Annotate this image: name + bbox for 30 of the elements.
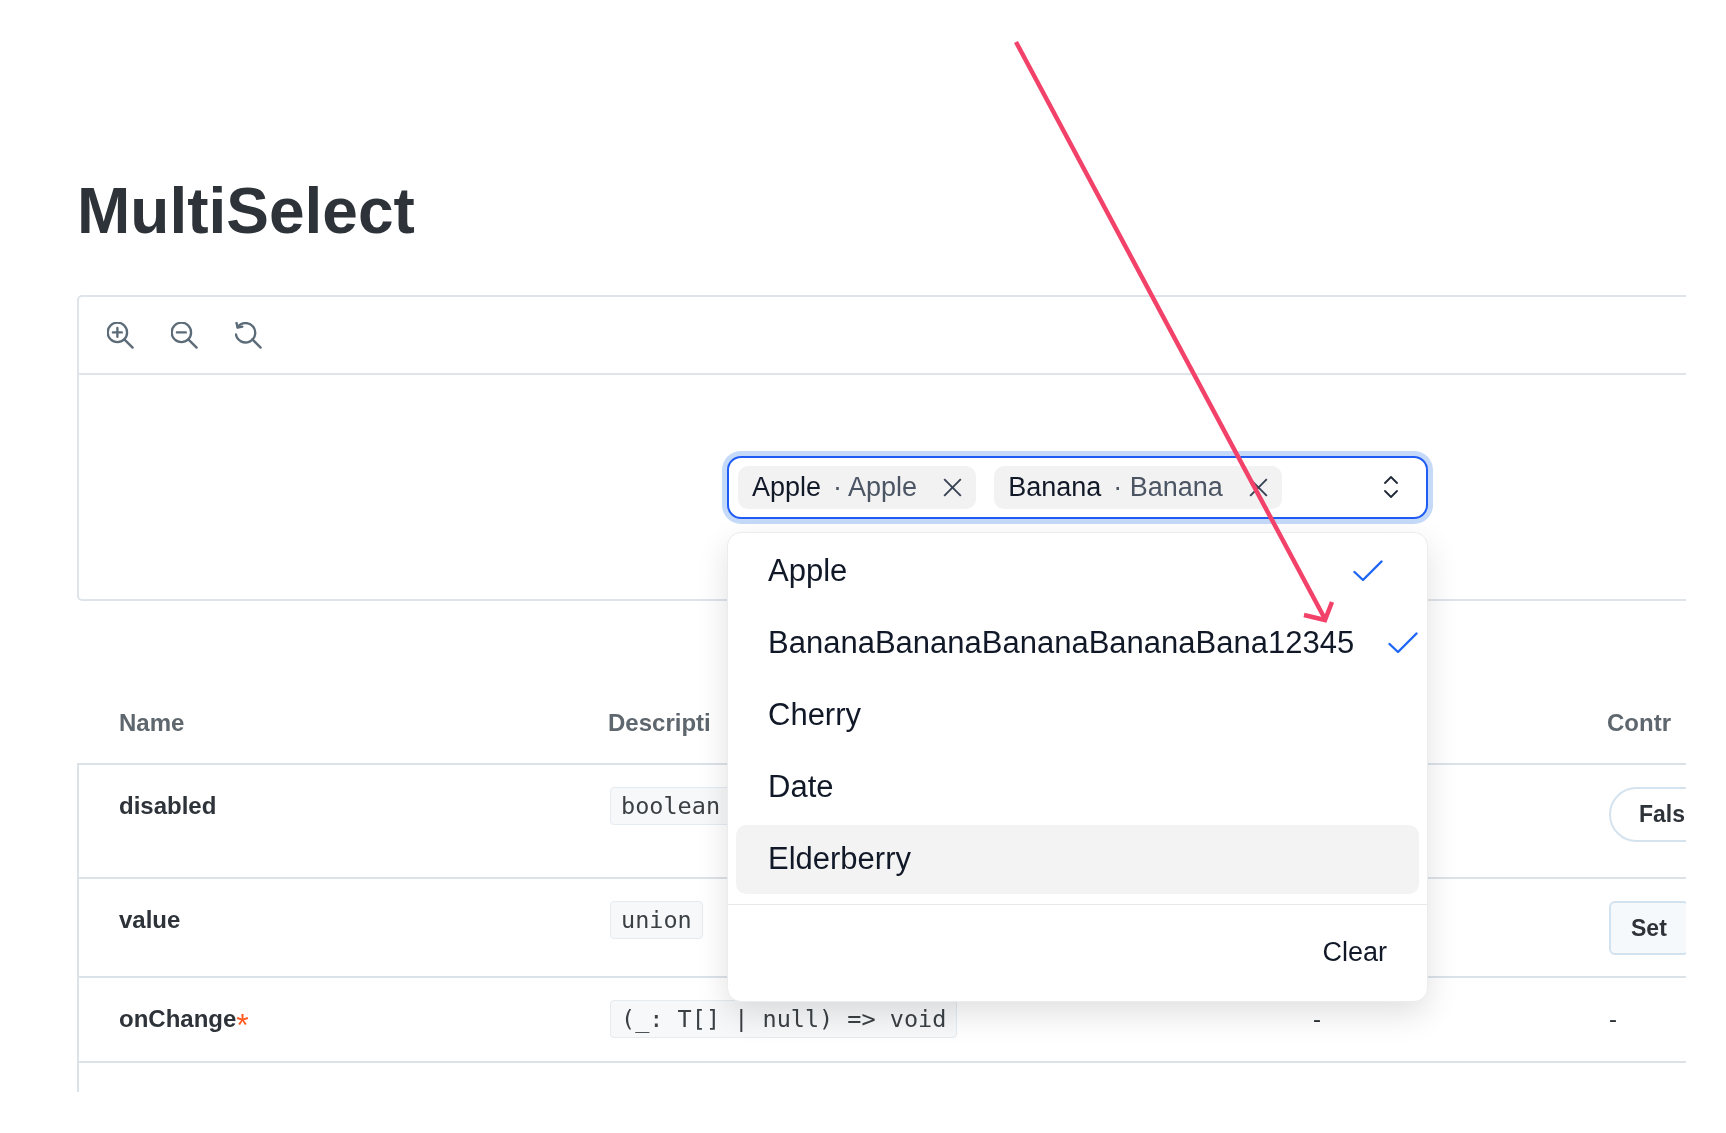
tag-label: Banana [1008,471,1102,503]
zoom-out-icon[interactable] [171,321,198,349]
prop-name: onChange [119,1005,237,1032]
column-header: Name [119,709,185,736]
type-code: (_: T[] | null) => void [610,1000,958,1038]
page-title: MultiSelect [77,174,415,249]
column-header: Descripti [608,709,711,736]
tag-detail: · Banana [1113,471,1223,503]
close-icon[interactable] [1248,477,1268,497]
column-header: Contr [1607,709,1671,736]
reset-icon[interactable] [235,321,262,349]
zoom-in-icon[interactable] [107,321,134,349]
option-item[interactable]: Date [736,752,1419,822]
tag-label: Apple [752,471,822,503]
control-value: - [1609,1004,1617,1034]
required-mark: * [236,1007,249,1043]
prop-name: value [119,906,181,933]
set-button[interactable]: Set [1609,901,1686,955]
clear-button[interactable]: Clear [1310,929,1399,976]
default-value: - [1313,1004,1321,1034]
option-item[interactable]: Apple [736,536,1419,606]
tag-detail: · Apple [833,471,918,503]
chevron-up-down-icon [1384,475,1398,499]
close-icon[interactable] [943,477,963,497]
type-code: union [610,901,703,939]
option-item[interactable]: Elderberry [736,824,1419,894]
option-item[interactable]: BananaBananaBananaBananaBana12345 [736,608,1419,678]
option-item[interactable]: Cherry [736,680,1419,750]
prop-name: disabled [119,792,217,819]
toggle-button[interactable]: Fals [1609,787,1686,842]
